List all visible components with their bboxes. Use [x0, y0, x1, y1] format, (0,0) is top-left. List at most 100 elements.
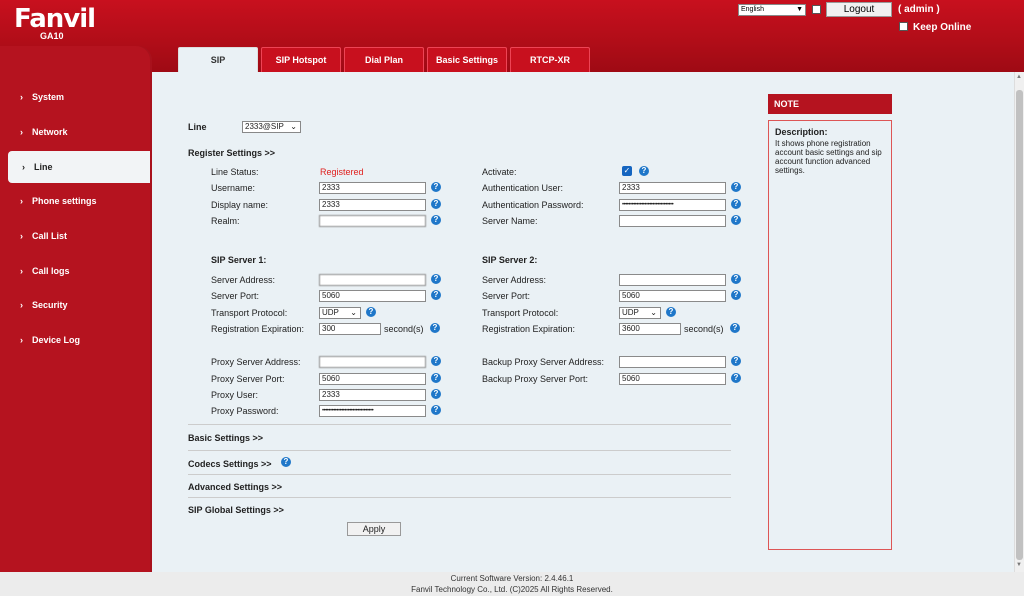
auth-user-input[interactable]: 2333	[619, 182, 726, 194]
line-select[interactable]: 2333@SIP ⌄	[242, 121, 301, 133]
help-icon[interactable]: ?	[431, 373, 441, 383]
activate-label: Activate:	[482, 167, 517, 177]
help-icon[interactable]: ?	[731, 274, 741, 284]
proxy-password-input[interactable]: ••••••••••••••••••••••••••••••••	[319, 405, 426, 417]
server2-transport-select[interactable]: UDP ⌄	[619, 307, 661, 319]
auth-password-input[interactable]: ••••••••••••••••••••••••••••••••	[619, 199, 726, 211]
line-status-value: Registered	[320, 167, 364, 177]
sidebar-panel: › System › Network › Line › Phone settings ›…	[0, 46, 150, 572]
help-icon[interactable]: ?	[431, 215, 441, 225]
backup-proxy-port-input[interactable]: 5060	[619, 373, 726, 385]
help-icon[interactable]: ?	[730, 323, 740, 333]
help-icon[interactable]: ?	[431, 356, 441, 366]
server1-transport-select[interactable]: UDP ⌄	[319, 307, 361, 319]
footer: Current Software Version: 2.4.46.1 Fanvi…	[0, 572, 1024, 596]
header-checkbox[interactable]	[812, 5, 821, 14]
chevron-down-icon: ▼	[796, 6, 803, 13]
help-icon[interactable]: ?	[430, 323, 440, 333]
realm-input[interactable]	[319, 215, 426, 227]
help-icon[interactable]: ?	[431, 389, 441, 399]
backup-proxy-address-input[interactable]	[619, 356, 726, 368]
language-select[interactable]: English ▼	[738, 4, 806, 16]
sidebar-item-system[interactable]: › System	[0, 81, 150, 113]
copyright: Fanvil Technology Co., Ltd. (C)2025 All …	[411, 585, 613, 594]
keep-online-checkbox[interactable]	[899, 22, 908, 31]
logout-button[interactable]: Logout	[826, 2, 892, 17]
divider	[188, 474, 731, 475]
help-icon[interactable]: ?	[731, 199, 741, 209]
sidebar-item-label: Phone settings	[32, 196, 97, 206]
sidebar-item-call-logs[interactable]: › Call logs	[0, 255, 150, 287]
server2-expiration-input[interactable]: 3600	[619, 323, 681, 335]
help-icon[interactable]: ?	[366, 307, 376, 317]
scroll-down-icon[interactable]: ▼	[1016, 562, 1022, 568]
keep-online-label: Keep Online	[913, 22, 972, 33]
realm-label: Realm:	[211, 216, 240, 226]
advanced-settings-header[interactable]: Advanced Settings >>	[188, 482, 282, 492]
help-icon[interactable]: ?	[431, 182, 441, 192]
tab-basic-settings[interactable]: Basic Settings	[427, 47, 507, 72]
sidebar-item-phone-settings[interactable]: › Phone settings	[0, 185, 150, 217]
chevron-right-icon: ›	[20, 92, 23, 102]
help-icon[interactable]: ?	[639, 166, 649, 176]
note-description-title: Description:	[775, 127, 828, 137]
help-icon[interactable]: ?	[666, 307, 676, 317]
activate-checkbox[interactable]: ✓	[622, 166, 632, 176]
chevron-right-icon: ›	[20, 127, 23, 137]
tab-bar: SIP SIP Hotspot Dial Plan Basic Settings…	[178, 47, 593, 72]
sidebar-item-device-log[interactable]: › Device Log	[0, 324, 150, 356]
proxy-user-label: Proxy User:	[211, 390, 259, 400]
note-description-text: It shows phone registration account basi…	[775, 139, 882, 175]
sip-global-settings-header[interactable]: SIP Global Settings >>	[188, 505, 284, 515]
sidebar-item-label: Call List	[32, 231, 68, 241]
tab-sip-hotspot[interactable]: SIP Hotspot	[261, 47, 341, 72]
help-icon[interactable]: ?	[431, 274, 441, 284]
help-icon[interactable]: ?	[431, 290, 441, 300]
scroll-up-icon[interactable]: ▲	[1016, 74, 1022, 80]
help-icon[interactable]: ?	[731, 373, 741, 383]
proxy-port-input[interactable]: 5060	[319, 373, 426, 385]
apply-button[interactable]: Apply	[347, 522, 401, 536]
sidebar-item-network[interactable]: › Network	[0, 116, 150, 148]
display-name-input[interactable]: 2333	[319, 199, 426, 211]
note-panel: Description: It shows phone registration…	[768, 120, 892, 550]
help-icon[interactable]: ?	[281, 457, 291, 467]
server1-address-input[interactable]	[319, 274, 426, 286]
username-input[interactable]: 2333	[319, 182, 426, 194]
server2-address-input[interactable]	[619, 274, 726, 286]
tab-dial-plan[interactable]: Dial Plan	[344, 47, 424, 72]
help-icon[interactable]: ?	[731, 356, 741, 366]
tab-rtcp-xr[interactable]: RTCP-XR	[510, 47, 590, 72]
help-icon[interactable]: ?	[731, 182, 741, 192]
sidebar-item-call-list[interactable]: › Call List	[0, 220, 150, 252]
codecs-settings-header[interactable]: Codecs Settings >>	[188, 459, 272, 469]
server2-port-input[interactable]: 5060	[619, 290, 726, 302]
server1-port-input[interactable]: 5060	[319, 290, 426, 302]
basic-settings-header[interactable]: Basic Settings >>	[188, 433, 263, 443]
sidebar-item-line[interactable]: › Line	[8, 151, 150, 183]
vertical-scrollbar[interactable]: ▲ ▼	[1014, 72, 1024, 572]
user-label: ( admin )	[898, 4, 940, 15]
username-label: Username:	[211, 183, 256, 193]
proxy-password-label: Proxy Password:	[211, 406, 279, 416]
help-icon[interactable]: ?	[731, 290, 741, 300]
chevron-right-icon: ›	[20, 335, 23, 345]
chevron-down-icon: ⌄	[290, 122, 297, 131]
server2-transport-value: UDP	[622, 308, 639, 317]
software-version: Current Software Version: 2.4.46.1	[450, 574, 574, 583]
scrollbar-thumb[interactable]	[1016, 90, 1023, 560]
help-icon[interactable]: ?	[431, 199, 441, 209]
tab-sip[interactable]: SIP	[178, 47, 258, 72]
server1-expiration-input[interactable]: 300	[319, 323, 381, 335]
model-label: GA10	[40, 31, 64, 41]
backup-proxy-address-label: Backup Proxy Server Address:	[482, 357, 605, 367]
proxy-address-input[interactable]	[319, 356, 426, 368]
sidebar-item-security[interactable]: › Security	[0, 289, 150, 321]
server-name-input[interactable]	[619, 215, 726, 227]
server1-port-label: Server Port:	[211, 291, 260, 301]
server2-expiration-label: Registration Expiration:	[482, 324, 576, 334]
help-icon[interactable]: ?	[731, 215, 741, 225]
register-settings-header[interactable]: Register Settings >>	[188, 148, 275, 158]
proxy-user-input[interactable]: 2333	[319, 389, 426, 401]
help-icon[interactable]: ?	[431, 405, 441, 415]
